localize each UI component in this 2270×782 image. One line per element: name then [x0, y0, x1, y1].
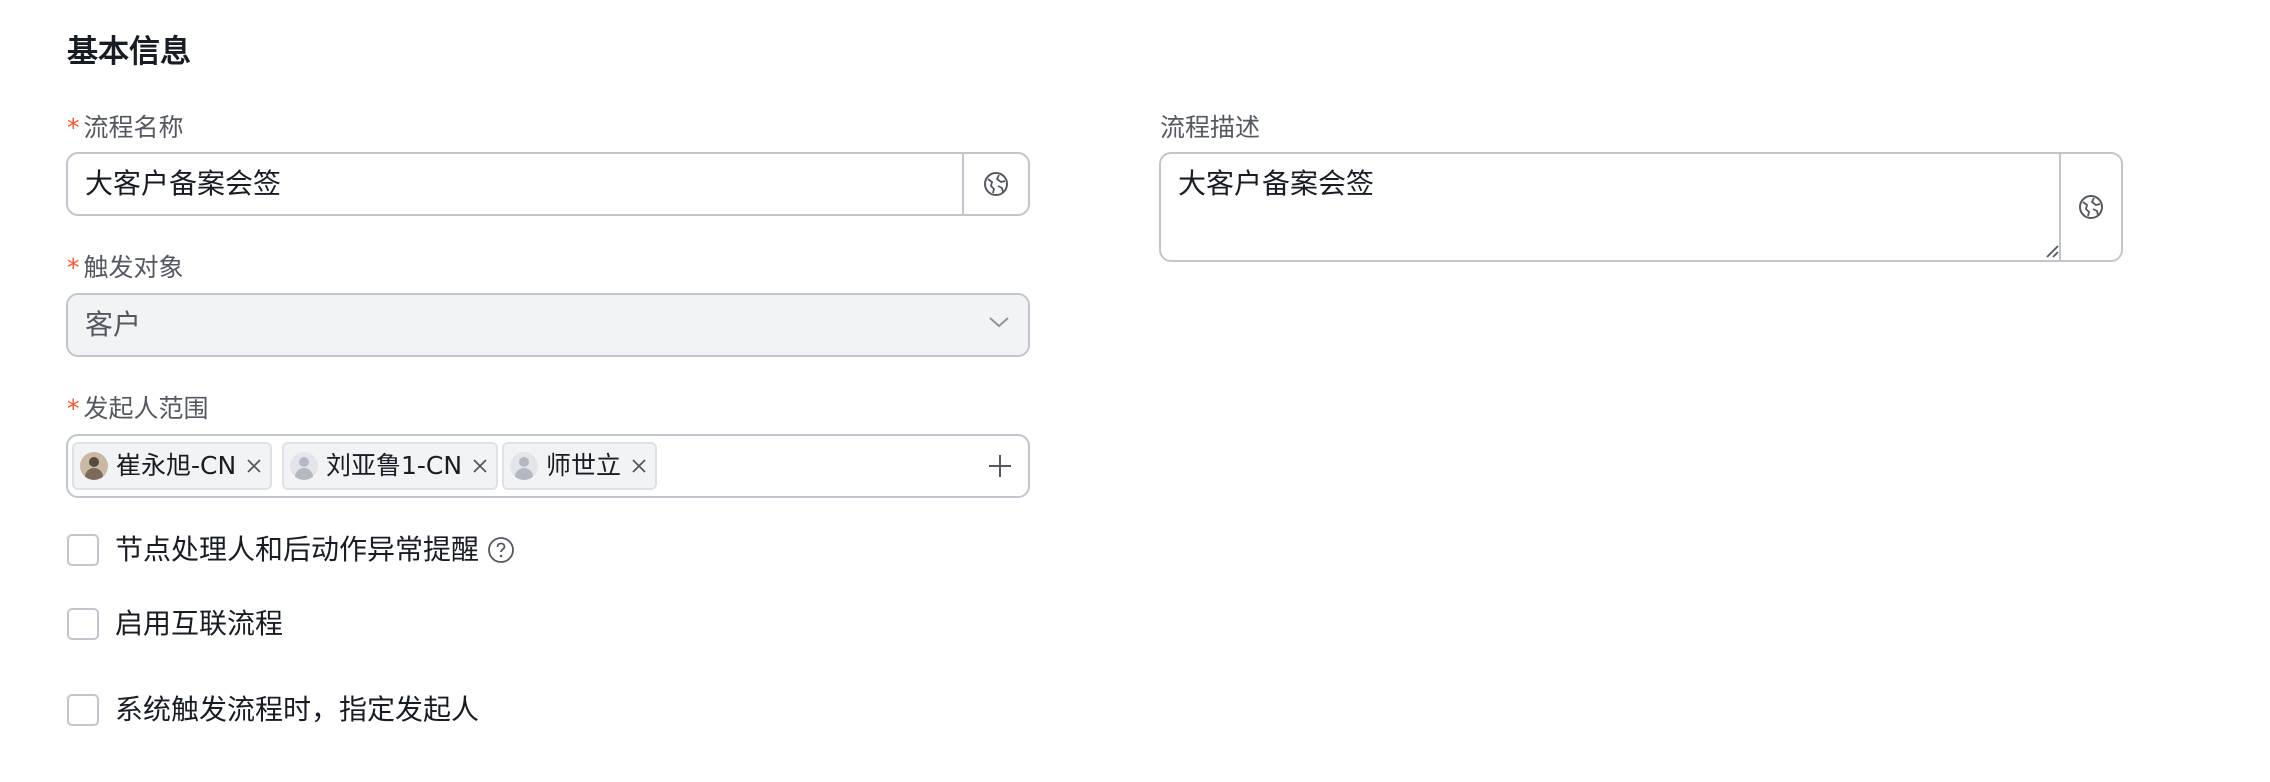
initiator-tag: 崔永旭-CN [72, 442, 273, 490]
tag-label: 崔永旭-CN [116, 451, 237, 480]
tag-label: 刘亚鲁1-CN [326, 451, 463, 480]
tag-label: 师世立 [546, 451, 622, 480]
trigger-object-value: 客户 [85, 308, 142, 341]
process-name-label-text: 流程名称 [83, 113, 184, 142]
option-specify-initiator[interactable]: 系统触发流程时，指定发起人 [67, 692, 479, 728]
option-exception-reminder[interactable]: 节点处理人和后动作异常提醒 [67, 532, 515, 568]
interconnect-process-checkbox[interactable] [67, 608, 99, 640]
section-title: 基本信息 [67, 34, 191, 70]
process-description-label-text: 流程描述 [1160, 113, 1261, 142]
globe-icon [2079, 195, 2103, 219]
process-description-textarea[interactable]: 大客户备案会签 [1178, 166, 1374, 202]
trigger-object-label: * 触发对象 [67, 252, 184, 284]
process-description-field[interactable]: 大客户备案会签 [1159, 152, 2123, 262]
resize-handle-icon[interactable] [2043, 242, 2059, 258]
initiator-scope-label-text: 发起人范围 [83, 394, 209, 423]
exception-reminder-checkbox[interactable] [67, 534, 99, 566]
option-interconnect-process[interactable]: 启用互联流程 [67, 606, 283, 642]
required-mark: * [67, 394, 80, 423]
initiator-tag: 师世立 [502, 442, 658, 490]
chevron-down-icon [989, 317, 1009, 328]
close-icon[interactable] [631, 458, 647, 474]
exception-reminder-label: 节点处理人和后动作异常提醒 [115, 533, 480, 566]
specify-initiator-checkbox[interactable] [67, 694, 99, 726]
process-name-translate-button[interactable] [962, 154, 1028, 214]
initiator-tag: 刘亚鲁1-CN [282, 442, 499, 490]
initiator-scope-field[interactable]: 崔永旭-CN 刘亚鲁1-CN 师世立 [66, 434, 1030, 498]
process-name-input[interactable]: 大客户备案会签 [85, 166, 281, 202]
process-description-translate-button[interactable] [2059, 154, 2121, 260]
basic-info-form: 基本信息 * 流程名称 大客户备案会签 流程描述 大客户备案会签 * 触发对象 … [0, 0, 2270, 782]
close-icon[interactable] [472, 458, 488, 474]
interconnect-process-label: 启用互联流程 [115, 607, 284, 640]
avatar [80, 452, 108, 480]
process-name-label: * 流程名称 [67, 112, 184, 144]
trigger-object-label-text: 触发对象 [83, 253, 184, 282]
process-description-label: 流程描述 [1160, 112, 1260, 144]
help-circle-icon[interactable] [487, 536, 515, 564]
globe-icon [984, 172, 1008, 196]
plus-icon[interactable] [986, 452, 1014, 480]
required-mark: * [67, 253, 80, 282]
required-mark: * [67, 113, 80, 142]
avatar [290, 452, 318, 480]
process-name-field[interactable]: 大客户备案会签 [66, 152, 1030, 216]
specify-initiator-label: 系统触发流程时，指定发起人 [115, 693, 480, 726]
trigger-object-select[interactable]: 客户 [66, 293, 1030, 357]
close-icon[interactable] [246, 458, 262, 474]
initiator-scope-label: * 发起人范围 [67, 393, 209, 425]
avatar [510, 452, 538, 480]
